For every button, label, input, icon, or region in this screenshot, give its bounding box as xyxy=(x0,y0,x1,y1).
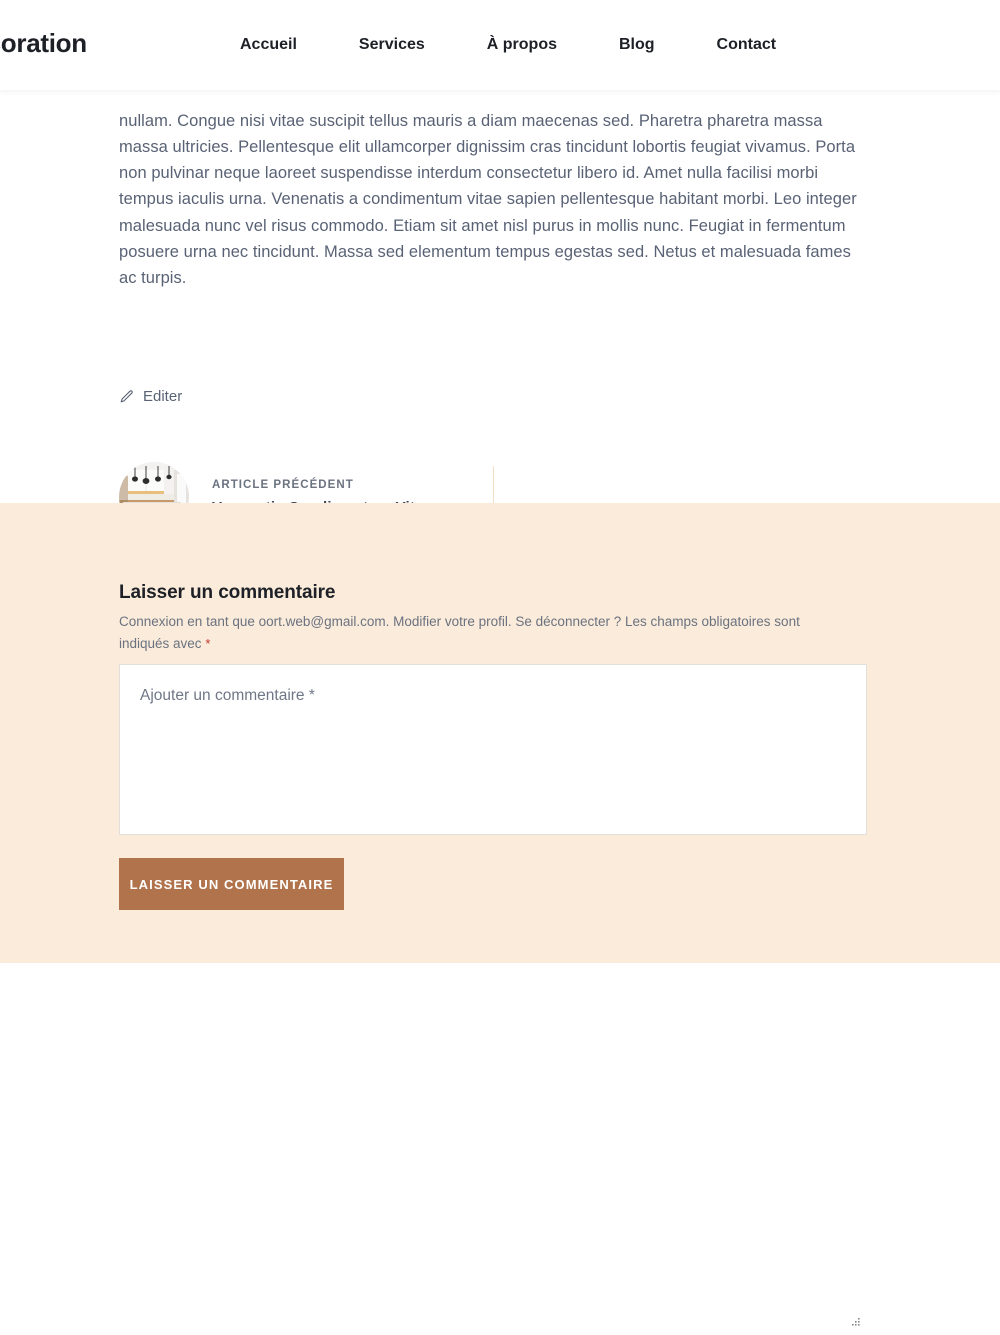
nav-item-blog[interactable]: Blog xyxy=(619,33,655,57)
submit-comment-button[interactable]: Laisser un commentaire xyxy=(119,858,344,910)
textarea-resize-handle[interactable] xyxy=(848,1316,862,1330)
comment-form-title: Laisser un commentaire xyxy=(119,582,336,603)
nav-item-contact[interactable]: Contact xyxy=(717,33,777,57)
site-logo[interactable]: Décoration xyxy=(0,28,87,59)
article-section: nullam. Congue nisi vitae suscipit tellu… xyxy=(0,90,1000,532)
nav-item-a-propos[interactable]: À propos xyxy=(487,33,557,57)
edit-post-label: Editer xyxy=(143,388,183,405)
edit-post-link[interactable]: Editer xyxy=(119,388,182,405)
pencil-icon xyxy=(119,389,134,404)
comment-textarea[interactable] xyxy=(119,664,867,835)
login-email[interactable]: oort.web@gmail.com xyxy=(259,614,386,629)
nav-item-accueil[interactable]: Accueil xyxy=(240,33,297,57)
nav-item-services[interactable]: Services xyxy=(359,33,425,57)
previous-post-label: ARTICLE PRÉCÉDENT xyxy=(212,478,354,491)
site-header: Décoration Accueil Services À propos Blo… xyxy=(0,0,1000,90)
login-note-prefix: Connexion en tant que xyxy=(119,613,259,629)
article-body-text: nullam. Congue nisi vitae suscipit tellu… xyxy=(119,111,857,288)
required-asterisk: * xyxy=(205,635,211,651)
comment-login-note: Connexion en tant que oort.web@gmail.com… xyxy=(119,611,849,655)
main-navigation: Accueil Services À propos Blog Contact xyxy=(240,33,776,57)
comment-section: Laisser un commentaire Connexion en tant… xyxy=(0,503,1000,1326)
